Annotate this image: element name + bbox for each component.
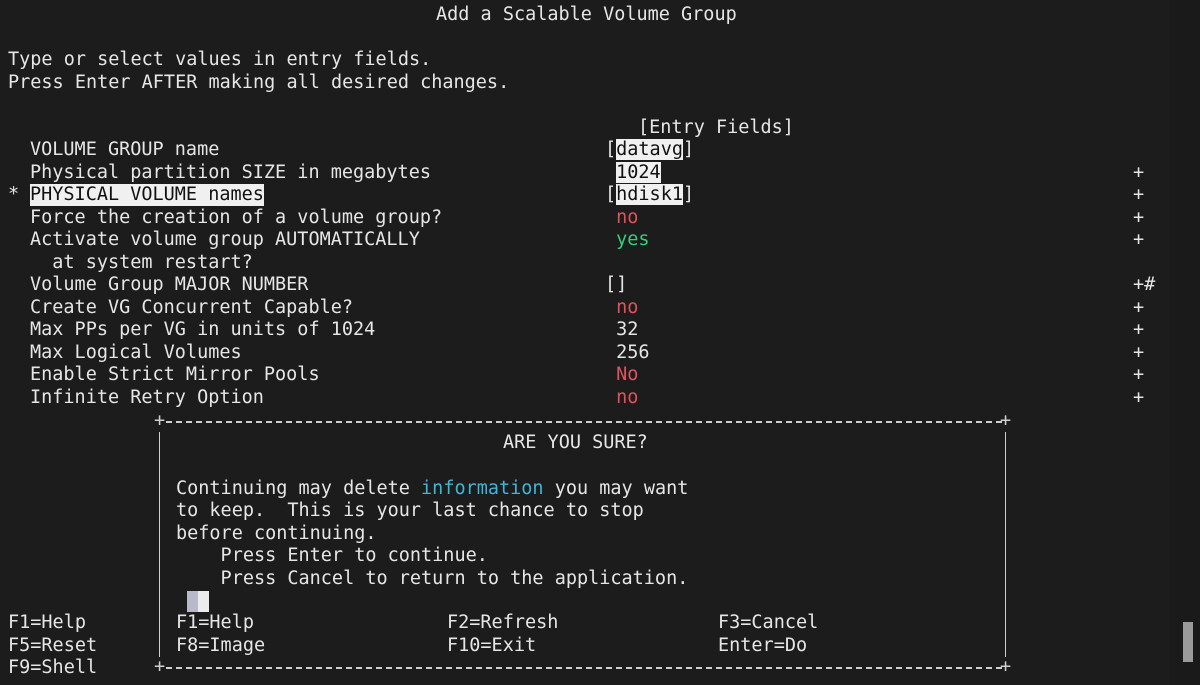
field-value[interactable]: 256 [616, 342, 649, 363]
field-value[interactable]: datavg [616, 139, 683, 160]
field-value-input[interactable]: 32 [605, 319, 638, 341]
dialog-title: ARE YOU SURE? [503, 432, 648, 453]
field-label: Activate volume group AUTOMATICALLY [30, 229, 420, 250]
field-label: PHYSICAL VOLUME names [30, 184, 264, 206]
field-list-indicator[interactable]: + [1133, 184, 1144, 206]
field-label: Volume Group MAJOR NUMBER [30, 274, 309, 295]
dialog-corner-br: + [1000, 656, 1012, 677]
field-label: Max Logical Volumes [30, 342, 242, 363]
dialog-corner-bl: + [154, 656, 166, 677]
field-list-indicator[interactable]: + [1133, 319, 1144, 341]
dialog-key-f10-exit[interactable]: F10=Exit [447, 635, 536, 657]
dialog-key-f3-cancel[interactable]: F3=Cancel [718, 612, 818, 634]
field-list-indicator[interactable]: + [1133, 207, 1144, 229]
bracket-open [605, 364, 616, 385]
field-list-indicator[interactable]: + [1133, 387, 1144, 409]
entry-fields-header: [Entry Fields] [638, 117, 794, 138]
bracket-close: ] [682, 139, 695, 160]
dialog-enter-hint: Press Enter to continue. [176, 545, 488, 566]
field-value-input[interactable]: no [605, 207, 638, 229]
field-value[interactable]: no [616, 387, 638, 408]
field-label: Infinite Retry Option [30, 387, 264, 408]
field-value[interactable]: yes [616, 229, 649, 250]
text-cursor [187, 591, 209, 612]
scrollbar-track[interactable] [1170, 0, 1200, 685]
dialog-key-enter-do[interactable]: Enter=Do [718, 635, 807, 657]
field-value[interactable]: no [616, 297, 638, 318]
dialog-highlight-word: information [421, 478, 544, 499]
dialog-cancel-hint: Press Cancel to return to the applicatio… [176, 568, 689, 589]
field-list-indicator[interactable]: + [1133, 297, 1144, 319]
field-list-indicator[interactable]: + [1133, 229, 1144, 251]
scrollbar-thumb[interactable] [1183, 622, 1193, 662]
bracket-open [605, 297, 616, 318]
field-value-input[interactable]: 1024 [605, 162, 661, 184]
bracket-open [605, 162, 616, 183]
field-value[interactable]: No [616, 364, 638, 385]
required-marker: * [8, 184, 20, 205]
dialog-corner-tr: + [1000, 410, 1012, 431]
dialog-border-left [159, 432, 160, 657]
bracket-open [605, 229, 616, 250]
dialog-text: you may want [543, 478, 689, 499]
screen-title: Add a Scalable Volume Group [436, 4, 737, 25]
field-value-input[interactable]: [hdisk1] [605, 184, 694, 206]
dialog-message-line-2: to keep. This is your last chance to sto… [176, 500, 644, 521]
dialog-message-line-3: before continuing. [176, 523, 377, 544]
instruction-line-1: Type or select values in entry fields. [8, 49, 432, 70]
field-list-indicator[interactable]: +# [1133, 274, 1155, 296]
field-label: Max PPs per VG in units of 1024 [30, 319, 376, 340]
bracket-close: ] [616, 274, 628, 295]
dialog-key-f2-refresh[interactable]: F2=Refresh [447, 612, 558, 634]
field-value-input[interactable]: [] [605, 274, 627, 296]
dialog-border-top [166, 421, 1002, 423]
bracket-open [605, 207, 616, 228]
dialog-corner-tl: + [154, 410, 166, 431]
dialog-text: Continuing may delete [176, 478, 422, 499]
dialog-message-line-1: Continuing may delete information you ma… [176, 478, 688, 500]
field-list-indicator[interactable]: + [1133, 342, 1144, 364]
bracket-open: [ [605, 274, 617, 295]
field-list-indicator[interactable]: + [1133, 364, 1144, 386]
field-value-input[interactable]: no [605, 297, 638, 319]
bg-key-f5-reset[interactable]: F5=Reset [8, 635, 97, 657]
dialog-key-f8-image[interactable]: F8=Image [176, 635, 265, 657]
bracket-close: ] [682, 184, 695, 205]
field-value[interactable]: no [616, 207, 638, 228]
field-value-input[interactable]: no [605, 387, 638, 409]
dialog-border-bottom [166, 667, 1002, 669]
field-value-input[interactable]: No [605, 364, 638, 386]
bracket-open [605, 342, 616, 363]
field-value-input[interactable]: yes [605, 229, 649, 251]
field-value-input[interactable]: 256 [605, 342, 649, 364]
dialog-border-right [1005, 432, 1006, 657]
bracket-open: [ [605, 184, 617, 205]
bg-key-f1-help[interactable]: F1=Help [8, 612, 86, 634]
bracket-open: [ [605, 139, 617, 160]
field-value-input[interactable]: [datavg] [605, 139, 694, 161]
field-label: Create VG Concurrent Capable? [30, 297, 354, 318]
field-label: Force the creation of a volume group? [30, 207, 443, 228]
field-value[interactable]: 32 [616, 319, 638, 340]
bg-key-f9-shell[interactable]: F9=Shell [8, 657, 97, 679]
field-list-indicator[interactable]: + [1133, 162, 1144, 184]
field-label: Physical partition SIZE in megabytes [30, 162, 431, 183]
field-value[interactable]: 1024 [616, 162, 661, 183]
bracket-open [605, 387, 616, 408]
bracket-open [605, 319, 616, 340]
field-label: VOLUME GROUP name [30, 139, 220, 160]
instruction-line-2: Press Enter AFTER making all desired cha… [8, 72, 510, 93]
dialog-key-f1-help[interactable]: F1=Help [176, 612, 254, 634]
field-value[interactable]: hdisk1 [616, 184, 683, 205]
field-label: Enable Strict Mirror Pools [30, 364, 320, 385]
field-label-continuation: at system restart? [30, 251, 253, 273]
